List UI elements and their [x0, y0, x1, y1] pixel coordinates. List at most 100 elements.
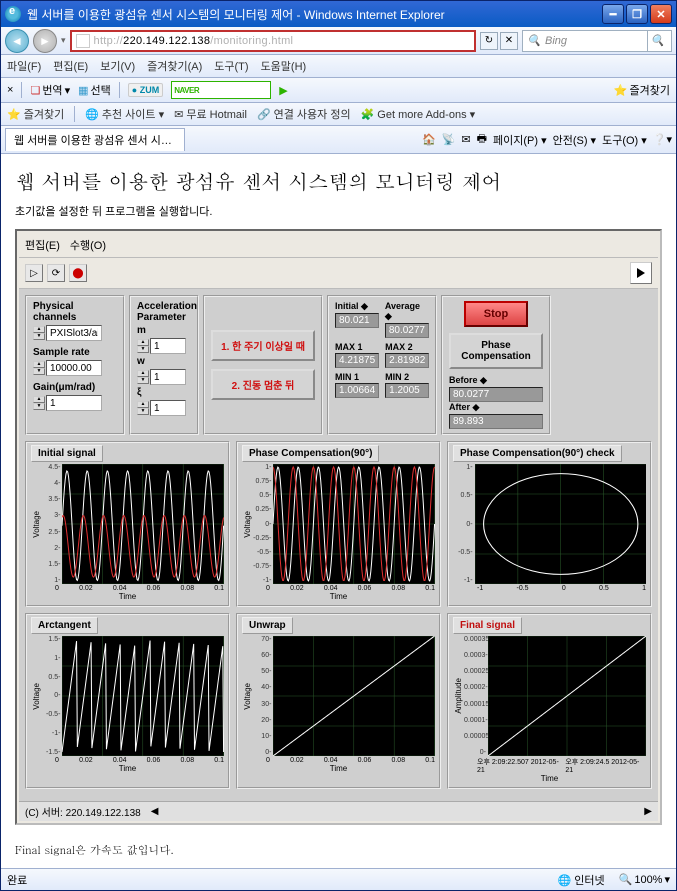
- max1-lbl: MAX 1: [335, 342, 379, 352]
- status-done: 완료: [7, 872, 27, 888]
- refresh-button[interactable]: ↻: [480, 32, 498, 50]
- w-down[interactable]: ▼: [137, 377, 149, 384]
- m-input[interactable]: [150, 338, 186, 354]
- mode-one-period[interactable]: 1. 한 주기 이상일 때: [211, 330, 315, 361]
- panel-main-icon[interactable]: [630, 262, 652, 284]
- cmd-feed[interactable]: 📡: [442, 133, 456, 146]
- favorites-button[interactable]: ⭐즐겨찾기: [7, 106, 64, 122]
- zum-button[interactable]: ● ZUM: [128, 83, 163, 97]
- y-ticks: 1-0.75-0.5-0.25-0--0.25--0.5--0.75--1-: [253, 464, 273, 584]
- naver-search[interactable]: NAVER: [171, 81, 271, 99]
- toolbar-x[interactable]: ×: [7, 84, 13, 96]
- command-bar: 웹 서버를 이용한 광섬유 센서 시스템의 모니터... 🏠 📡 ✉ 🖶 페이지…: [1, 126, 676, 154]
- server-line: (C) 서버: 220.149.122.138 ◀ ▶: [19, 801, 658, 821]
- y-label: Voltage: [31, 683, 42, 710]
- menu-favorites[interactable]: 즐겨찾기(A): [147, 58, 202, 74]
- mode-after-stop[interactable]: 2. 진동 멈춘 뒤: [211, 369, 315, 400]
- after-lbl: After ◆: [449, 402, 543, 413]
- toolbar-translate[interactable]: ❏번역▾: [30, 82, 70, 98]
- panel-abort[interactable]: ⬤: [69, 264, 87, 282]
- fav-addons[interactable]: 🧩Get more Add-ons ▾: [361, 108, 476, 121]
- back-button[interactable]: ◄: [5, 29, 29, 53]
- channels-select[interactable]: [46, 325, 102, 341]
- initial-val: 80.021: [335, 313, 379, 328]
- menu-view[interactable]: 보기(V): [100, 58, 135, 74]
- close-button[interactable]: ✕: [650, 4, 672, 24]
- rate-up[interactable]: ▲: [33, 361, 45, 368]
- cmd-print[interactable]: 🖶: [477, 130, 487, 149]
- menu-file[interactable]: 파일(F): [7, 58, 41, 74]
- tab-title: 웹 서버를 이용한 광섬유 센서 시스템의 모니터...: [14, 135, 185, 147]
- cmd-help[interactable]: ❔▾: [653, 133, 672, 146]
- search-box[interactable]: 🔍 Bing 🔍: [522, 30, 672, 52]
- maximize-button[interactable]: ❐: [626, 4, 648, 24]
- max2-val: 2.81982: [385, 353, 429, 368]
- fav-hotmail[interactable]: ✉무료 Hotmail: [174, 106, 247, 122]
- ie-icon: [5, 6, 21, 22]
- address-bar[interactable]: http://220.149.122.138/monitoring.html: [70, 30, 476, 52]
- search-go-button[interactable]: 🔍: [647, 31, 667, 51]
- m-up[interactable]: ▲: [137, 339, 149, 346]
- menu-tools[interactable]: 도구(T): [214, 58, 248, 74]
- graph-g6: Final signalAmplitude0.00035-0.0003-0.00…: [447, 613, 652, 789]
- min2-val: 1.2005: [385, 383, 429, 398]
- x-ticks: 00.020.040.060.080.1: [266, 585, 435, 592]
- xi-input[interactable]: [150, 400, 186, 416]
- accel-label: Acceleration Parameter: [137, 301, 191, 323]
- naver-search-go[interactable]: ▶: [279, 84, 287, 97]
- status-bar: 완료 🌐 인터넷 🔍 100% ▾: [1, 868, 676, 890]
- y-label: Voltage: [242, 511, 253, 538]
- menu-help[interactable]: 도움말(H): [261, 58, 307, 74]
- rate-label: Sample rate: [33, 347, 117, 358]
- gain-up[interactable]: ▲: [33, 396, 45, 403]
- stop-run-button[interactable]: Stop: [464, 301, 528, 327]
- fav-custom[interactable]: 🔗연결 사용자 정의: [257, 106, 351, 122]
- toolbar-fav[interactable]: ⭐즐겨찾기: [614, 82, 670, 98]
- cmd-home[interactable]: 🏠: [422, 133, 436, 146]
- cmd-mail[interactable]: ✉: [461, 133, 470, 146]
- channels-up[interactable]: ▲: [33, 326, 45, 333]
- before-lbl: Before ◆: [449, 375, 543, 386]
- window-titlebar: 웹 서버를 이용한 광섬유 센서 시스템의 모니터링 제어 - Windows …: [1, 1, 676, 27]
- active-tab[interactable]: 웹 서버를 이용한 광섬유 센서 시스템의 모니터...: [5, 128, 185, 151]
- w-up[interactable]: ▲: [137, 370, 149, 377]
- channels-down[interactable]: ▼: [33, 333, 45, 340]
- rate-input[interactable]: [46, 360, 102, 376]
- fav-sites[interactable]: 🌐추천 사이트 ▾: [85, 106, 164, 122]
- graph-title: Phase Compensation(90°) check: [453, 445, 622, 462]
- zoom-control[interactable]: 🔍 100% ▾: [619, 873, 670, 886]
- xi-up[interactable]: ▲: [137, 401, 149, 408]
- m-down[interactable]: ▼: [137, 346, 149, 353]
- gain-input[interactable]: [46, 395, 102, 411]
- min1-lbl: MIN 1: [335, 372, 379, 382]
- panel-run-once[interactable]: ▷: [25, 264, 43, 282]
- x-label: Time: [242, 592, 435, 601]
- xi-down[interactable]: ▼: [137, 408, 149, 415]
- w-input[interactable]: [150, 369, 186, 385]
- after-val: 89.893: [449, 414, 543, 429]
- cmd-safety[interactable]: 안전(S) ▾: [553, 132, 596, 148]
- toolbar-select[interactable]: ▦선택: [78, 82, 111, 98]
- gain-down[interactable]: ▼: [33, 403, 45, 410]
- plot-area: [62, 464, 224, 584]
- stop-button[interactable]: ✕: [500, 32, 518, 50]
- minimize-button[interactable]: ━: [602, 4, 624, 24]
- cmd-page[interactable]: 페이지(P) ▾: [493, 132, 547, 148]
- favorites-bar: ⭐즐겨찾기 🌐추천 사이트 ▾ ✉무료 Hotmail 🔗연결 사용자 정의 🧩…: [1, 103, 676, 126]
- cmd-tools[interactable]: 도구(O) ▾: [602, 132, 647, 148]
- page-h1: 웹 서버를 이용한 광섬유 센서 시스템의 모니터링 제어: [15, 166, 662, 195]
- url-text: http://220.149.122.138/monitoring.html: [94, 35, 294, 47]
- rate-down[interactable]: ▼: [33, 368, 45, 375]
- y-ticks: 1.5-1-0.5-0--0.5--1--1.5-: [42, 636, 62, 756]
- menu-edit[interactable]: 편집(E): [53, 58, 88, 74]
- y-ticks: 4.5-4-3.5-3-2.5-2-1.5-1-: [42, 464, 62, 584]
- graph-title: Arctangent: [31, 617, 98, 634]
- panel-menu-op[interactable]: 수행(O): [70, 237, 106, 253]
- nav-bar: ◄ ► ▾ http://220.149.122.138/monitoring.…: [1, 27, 676, 55]
- max1-val: 4.21875: [335, 353, 379, 368]
- phase-comp-button[interactable]: Phase Compensation: [449, 333, 543, 369]
- forward-button[interactable]: ►: [33, 29, 57, 53]
- panel-menu-edit[interactable]: 편집(E): [25, 237, 60, 253]
- panel-run-cont[interactable]: ⟳: [47, 264, 65, 282]
- max2-lbl: MAX 2: [385, 342, 429, 352]
